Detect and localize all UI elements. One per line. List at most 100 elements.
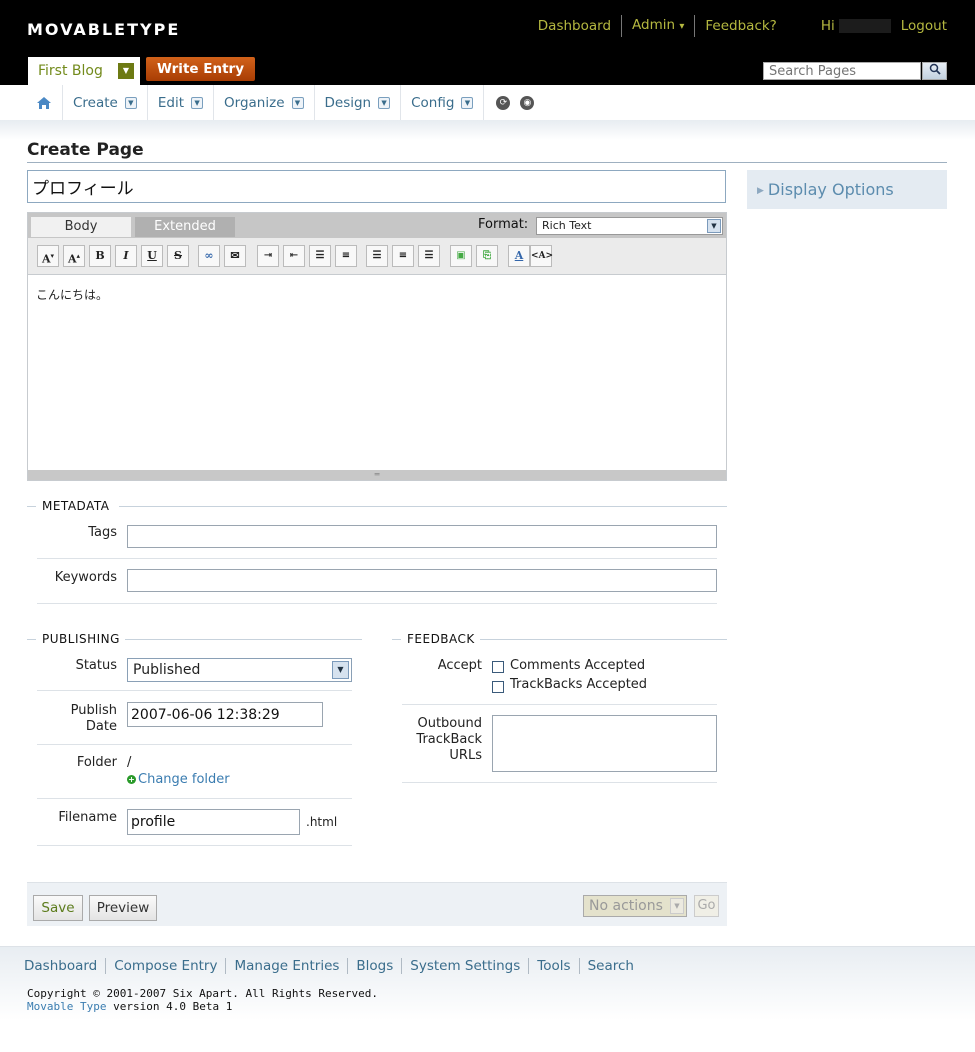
insert-file-icon[interactable]: ⎘: [476, 245, 498, 267]
comments-accepted-checkbox[interactable]: [492, 661, 504, 673]
logout-link[interactable]: Logout: [901, 15, 947, 37]
tab-body[interactable]: Body: [31, 217, 131, 237]
home-icon[interactable]: [36, 85, 63, 120]
strikethrough-icon[interactable]: S: [167, 245, 189, 267]
menu-config-label: Config: [411, 94, 455, 111]
chevron-down-icon[interactable]: ▼: [670, 898, 684, 914]
format-select[interactable]: Rich Text ▼: [536, 217, 723, 235]
format-label: Format:: [478, 217, 529, 232]
write-entry-button[interactable]: Write Entry: [146, 57, 255, 81]
menu-config[interactable]: Config ▼: [401, 85, 485, 120]
outdent-icon[interactable]: ⇤: [283, 245, 305, 267]
actions-select-value: No actions: [589, 898, 663, 914]
movable-type-link[interactable]: Movable Type: [27, 1000, 106, 1013]
html-mode-icon[interactable]: <A>: [530, 245, 553, 267]
filename-field[interactable]: [127, 809, 300, 835]
chevron-down-icon[interactable]: ▼: [378, 96, 391, 109]
text-color-icon[interactable]: A: [508, 245, 530, 267]
feedback-link[interactable]: Feedback?: [695, 15, 786, 37]
bullet-list-icon[interactable]: ☰: [309, 245, 331, 267]
footer-link-compose-entry[interactable]: Compose Entry: [105, 958, 225, 974]
email-icon[interactable]: ✉: [224, 245, 246, 267]
top-navigation: Dashboard Admin ▾ Feedback? Hi Logout: [528, 14, 947, 38]
insert-image-icon[interactable]: ▣: [450, 245, 472, 267]
app-header: MOVABLETYPE Dashboard Admin ▾ Feedback? …: [0, 0, 975, 85]
footer-link-dashboard[interactable]: Dashboard: [24, 958, 105, 974]
publish-date-field[interactable]: [127, 702, 323, 727]
divider: [402, 704, 717, 705]
keywords-field[interactable]: [127, 569, 717, 592]
chevron-down-icon[interactable]: ▼: [124, 96, 137, 109]
status-value: Published: [133, 662, 201, 678]
menu-create[interactable]: Create ▼: [63, 85, 148, 120]
divider: [27, 162, 947, 163]
change-folder-link[interactable]: + Change folder: [127, 772, 230, 787]
metadata-heading: METADATA: [42, 499, 110, 513]
comments-accepted-label: Comments Accepted: [510, 658, 646, 673]
trackbacks-accepted-checkbox[interactable]: [492, 681, 504, 693]
movable-type-logo[interactable]: MOVABLETYPE: [27, 20, 180, 39]
font-size-increase-icon[interactable]: A▴: [63, 245, 85, 267]
menu-design-label: Design: [324, 94, 372, 111]
file-extension: .html: [306, 815, 338, 829]
search-icon[interactable]: [922, 62, 947, 80]
dashboard-link[interactable]: Dashboard: [528, 15, 621, 37]
numbered-list-icon[interactable]: ≡: [335, 245, 357, 267]
footer-link-tools[interactable]: Tools: [528, 958, 578, 974]
title-field[interactable]: [27, 170, 726, 203]
underline-icon[interactable]: U: [141, 245, 163, 267]
page-title: Create Page: [27, 140, 144, 160]
chevron-down-icon[interactable]: ▼: [291, 96, 304, 109]
main-navigation: Create ▼ Edit ▼ Organize ▼ Design ▼ Config ▼ …: [0, 85, 975, 120]
divider: [402, 782, 717, 783]
chevron-down-icon[interactable]: ▼: [461, 96, 474, 109]
triangle-right-icon: ▶: [757, 186, 764, 196]
admin-label: Admin: [632, 17, 676, 33]
resize-handle[interactable]: ═: [28, 470, 726, 480]
chevron-down-icon[interactable]: ▼: [707, 219, 721, 233]
link-icon[interactable]: ∞: [198, 245, 220, 267]
preview-button[interactable]: Preview: [89, 895, 157, 921]
actions-select[interactable]: No actions ▼: [583, 895, 687, 917]
version-text: version 4.0 Beta 1: [106, 1000, 233, 1013]
rebuild-icon[interactable]: ⟳: [496, 95, 511, 110]
blog-selector[interactable]: First Blog ▼: [28, 57, 140, 85]
tags-field[interactable]: [127, 525, 717, 548]
chevron-down-icon[interactable]: ▼: [191, 96, 204, 109]
editor-content[interactable]: こんにちは。: [28, 276, 726, 470]
display-options-toggle[interactable]: ▶ Display Options: [747, 170, 947, 209]
admin-menu[interactable]: Admin ▾: [622, 14, 694, 38]
change-folder-label: Change folder: [138, 772, 230, 787]
indent-icon[interactable]: ⇥: [257, 245, 279, 267]
footer-link-blogs[interactable]: Blogs: [347, 958, 401, 974]
blog-dropdown-icon[interactable]: ▼: [118, 63, 134, 79]
tab-extended[interactable]: Extended: [135, 217, 235, 237]
footer-link-search[interactable]: Search: [578, 958, 642, 974]
status-select[interactable]: Published ▼: [127, 658, 352, 682]
go-button[interactable]: Go: [694, 895, 719, 917]
save-button[interactable]: Save: [33, 895, 83, 921]
divider: [37, 690, 352, 691]
metadata-section-header: METADATA: [27, 499, 727, 513]
divider: [27, 506, 36, 507]
align-right-icon[interactable]: ☰: [418, 245, 440, 267]
outbound-trackback-field[interactable]: [492, 715, 717, 772]
search-input[interactable]: [763, 62, 921, 80]
action-bar: Save Preview No actions ▼ Go: [27, 882, 727, 926]
bold-icon[interactable]: B: [89, 245, 111, 267]
menu-edit[interactable]: Edit ▼: [148, 85, 215, 120]
version-info: Movable Type version 4.0 Beta 1: [27, 1000, 232, 1013]
menu-design[interactable]: Design ▼: [315, 85, 402, 120]
display-options-label: Display Options: [767, 180, 894, 199]
align-left-icon[interactable]: ☰: [366, 245, 388, 267]
footer-link-system-settings[interactable]: System Settings: [401, 958, 528, 974]
italic-icon[interactable]: I: [115, 245, 137, 267]
menu-create-label: Create: [73, 94, 118, 111]
editor-toolbar: A▾ A▴ B I U S ∞ ✉ ⇥ ⇤ ☰ ≡ ☰ ≡ ☰ ▣ ⎘ A <A…: [28, 238, 726, 275]
menu-organize[interactable]: Organize ▼: [214, 85, 315, 120]
font-size-decrease-icon[interactable]: A▾: [37, 245, 59, 267]
view-site-icon[interactable]: ◉: [520, 95, 535, 110]
footer-link-manage-entries[interactable]: Manage Entries: [225, 958, 347, 974]
chevron-down-icon[interactable]: ▼: [332, 661, 349, 679]
align-center-icon[interactable]: ≡: [392, 245, 414, 267]
